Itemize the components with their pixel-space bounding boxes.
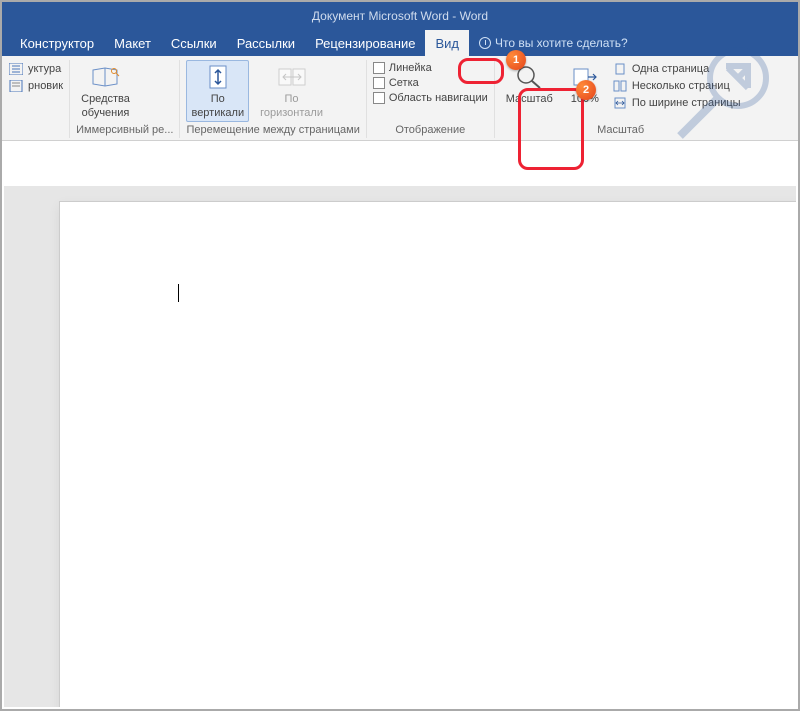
one-page-icon [612, 62, 628, 76]
zoom-multi-pages-label: Несколько страниц [632, 80, 730, 92]
zoom-page-width-label: По ширине страницы [632, 97, 741, 109]
checkbox-navpane-label: Область навигации [389, 92, 488, 104]
group-zoom-title: Масштаб [501, 124, 741, 136]
zoom-one-page[interactable]: Одна страница [612, 62, 741, 76]
tab-maket[interactable]: Макет [104, 30, 161, 56]
page-horizontal-label-1: По [285, 93, 299, 105]
view-structure-label: уктура [28, 63, 61, 75]
draft-icon [8, 79, 24, 93]
titlebar: Документ Microsoft Word - Word [2, 2, 798, 30]
page-vertical-label-2: вертикали [191, 107, 244, 119]
learning-tools-label-1: Средства [81, 93, 130, 105]
checkbox-icon [373, 92, 385, 104]
checkbox-ruler[interactable]: Линейка [373, 62, 488, 74]
zoom-one-page-label: Одна страница [632, 63, 709, 75]
tab-konstruktor[interactable]: Конструктор [10, 30, 104, 56]
checkbox-icon [373, 62, 385, 74]
zoom-multi-pages[interactable]: Несколько страниц [612, 79, 741, 93]
tell-me[interactable]: Что вы хотите сделать? [469, 30, 638, 56]
tell-me-label: Что вы хотите сделать? [495, 36, 628, 50]
learning-tools-button[interactable]: Средства обучения [76, 60, 135, 122]
page-horizontal-icon [276, 63, 308, 91]
group-pagemove-title: Перемещение между страницами [186, 124, 359, 136]
page-vertical-button[interactable]: По вертикали [186, 60, 249, 122]
callout-badge-2: 2 [576, 80, 596, 100]
page-vertical-icon [202, 63, 234, 91]
checkbox-icon [373, 77, 385, 89]
tab-vid[interactable]: Вид [425, 30, 469, 56]
zoom-button-label: Масштаб [506, 93, 553, 105]
lightbulb-icon [479, 37, 491, 49]
text-cursor [178, 284, 179, 302]
page-horizontal-button[interactable]: По горизонтали [255, 60, 328, 122]
page-horizontal-label-2: горизонтали [260, 107, 323, 119]
view-draft-label: рновик [28, 80, 63, 92]
checkbox-gridlines[interactable]: Сетка [373, 77, 488, 89]
tab-rassylki[interactable]: Рассылки [227, 30, 305, 56]
multi-pages-icon [612, 79, 628, 93]
titlebar-text: Документ Microsoft Word - Word [312, 9, 488, 23]
structure-icon [8, 62, 24, 76]
tab-recenzirovanie[interactable]: Рецензирование [305, 30, 425, 56]
view-structure[interactable]: уктура [8, 62, 63, 76]
learning-tools-label-2: обучения [82, 107, 130, 119]
zoom-page-width[interactable]: По ширине страницы [612, 96, 741, 110]
group-show-title: Отображение [373, 124, 488, 136]
document-area[interactable] [4, 186, 796, 707]
ribbon: уктура рновик [2, 56, 798, 141]
callout-badge-1: 1 [506, 50, 526, 70]
checkbox-ruler-label: Линейка [389, 62, 432, 74]
group-views-title [8, 124, 63, 136]
document-page[interactable] [60, 202, 796, 707]
view-draft[interactable]: рновик [8, 79, 63, 93]
page-vertical-label-1: По [211, 93, 225, 105]
tab-ssylki[interactable]: Ссылки [161, 30, 227, 56]
checkbox-gridlines-label: Сетка [389, 77, 419, 89]
checkbox-navpane[interactable]: Область навигации [373, 92, 488, 104]
ribbon-tabs: Конструктор Макет Ссылки Рассылки Реценз… [2, 30, 798, 56]
page-width-icon [612, 96, 628, 110]
learning-tools-icon [89, 63, 121, 91]
group-immersive-title: Иммерсивный ре... [76, 124, 173, 136]
